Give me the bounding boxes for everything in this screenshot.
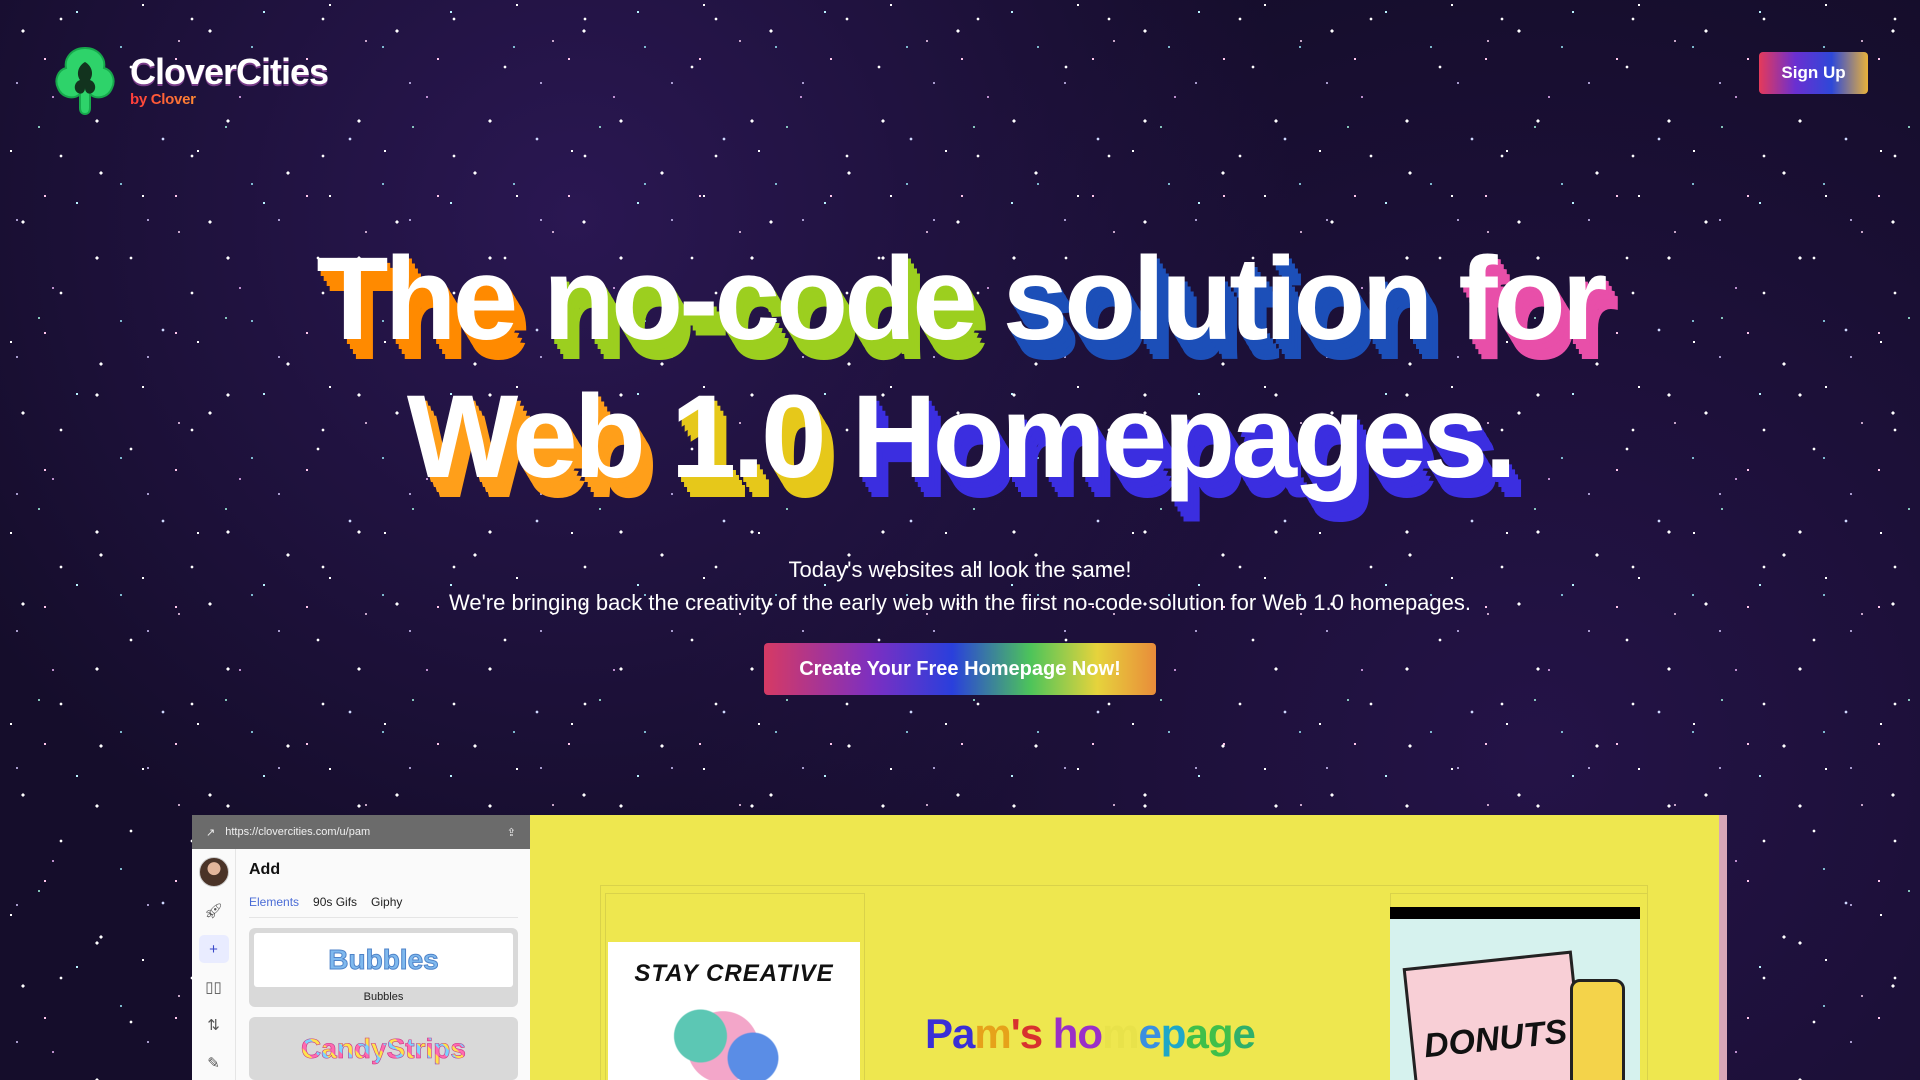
share-icon[interactable]: ⇪ [507, 826, 516, 839]
sticker-text: STAY CREATIVE [634, 960, 834, 987]
editor-sidebar: 🚀︎ + ▯▯ ⇅ ✎ [192, 849, 236, 1080]
hero-subtitle: Today's websites all look the same! We'r… [0, 553, 1920, 619]
donuts-image[interactable]: DONUTS [1390, 907, 1640, 1080]
jar-illustration [1570, 979, 1625, 1080]
homepage-title-letter: o [1077, 1010, 1103, 1057]
candystrips-preview: CandyStrips [254, 1022, 513, 1076]
brand-byline: by Clover [130, 92, 328, 107]
wand-icon[interactable]: ✎ [199, 1049, 229, 1077]
homepage-title-letter: e [1138, 1010, 1161, 1057]
tab-giphy[interactable]: Giphy [371, 895, 402, 909]
donut-box-illustration: DONUTS [1402, 950, 1588, 1080]
hero-headline: The no-code solution for Web 1.0 Homepag… [0, 230, 1920, 506]
homepage-title-letter: P [925, 1010, 953, 1057]
sign-up-button[interactable]: Sign Up [1759, 52, 1868, 94]
hero-subtitle-line-2: We're bringing back the creativity of th… [448, 590, 1472, 615]
hero-word: solution [1002, 233, 1434, 365]
page-url[interactable]: https://clovercities.com/u/pam [225, 826, 497, 838]
donuts-text: DONUTS [1422, 1012, 1569, 1066]
sliders-icon[interactable]: ⇅ [199, 1011, 229, 1039]
element-card-bubbles[interactable]: Bubbles Bubbles [249, 928, 518, 1007]
hero-word: 1.0 [670, 371, 827, 503]
hero-line-2: Web 1.0 Homepages. [0, 368, 1920, 506]
homepage-title-letter: a [952, 1010, 975, 1057]
panel-title: Add [249, 861, 281, 878]
editor-panel: ↗ https://clovercities.com/u/pam ⇪ 🚀︎ + … [192, 815, 530, 1080]
hero-word: The [316, 233, 518, 365]
homepage-title-letter [1042, 1010, 1053, 1057]
create-homepage-button[interactable]: Create Your Free Homepage Now! [764, 643, 1156, 695]
product-preview: ↗ https://clovercities.com/u/pam ⇪ 🚀︎ + … [192, 815, 1727, 1080]
hero-word: Homepages. [851, 371, 1517, 503]
hero-subtitle-line-1: Today's websites all look the same! [788, 557, 1132, 582]
hero-word: no-code [543, 233, 978, 365]
rocket-icon[interactable]: 🚀︎ [199, 897, 229, 925]
brand-name: CloverCities [130, 50, 329, 92]
add-panel: Add Elements 90s Gifs Giphy Bubbles Bubb… [236, 849, 530, 1080]
homepage-title-letter: e [1232, 1010, 1255, 1057]
homepage-title-letter: s [1019, 1010, 1043, 1057]
element-card-candystrips[interactable]: CandyStrips [249, 1017, 518, 1080]
stay-creative-sticker[interactable]: STAY CREATIVE [608, 942, 860, 1080]
external-link-icon[interactable]: ↗ [206, 826, 215, 839]
bubbles-preview: Bubbles [254, 933, 513, 987]
homepage-title[interactable]: Pam's homepage [925, 1010, 1256, 1058]
hero-word: Web [406, 371, 646, 503]
clover-logo-icon [55, 46, 115, 116]
homepage-title-letter: a [1185, 1010, 1208, 1057]
tab-90s-gifs[interactable]: 90s Gifs [313, 895, 357, 909]
homepage-title-letter: g [1207, 1010, 1234, 1057]
homepage-title-letter: m [974, 1010, 1011, 1057]
element-tabs: Elements 90s Gifs Giphy [249, 895, 518, 918]
hero-line-1: The no-code solution for [0, 230, 1920, 368]
homepage-title-letter: h [1052, 1010, 1079, 1057]
plus-icon[interactable]: + [198, 935, 229, 963]
brand-logo[interactable]: CloverCities by Clover [54, 44, 329, 116]
homepage-title-letter: p [1160, 1010, 1187, 1057]
homepage-title-letter: m [1102, 1010, 1139, 1057]
homepage-canvas[interactable]: STAY CREATIVE Pam's homepage DONUTS [530, 815, 1727, 1080]
book-icon[interactable]: ▯▯ [199, 973, 229, 1001]
card-label: Bubbles [363, 991, 404, 1003]
homepage-title-letter: ' [1010, 1010, 1021, 1057]
avatar[interactable] [198, 857, 229, 887]
url-bar: ↗ https://clovercities.com/u/pam ⇪ [192, 815, 530, 849]
creative-monster-illustration [648, 992, 798, 1080]
hero-word: for [1458, 233, 1607, 365]
tab-elements[interactable]: Elements [249, 895, 299, 909]
